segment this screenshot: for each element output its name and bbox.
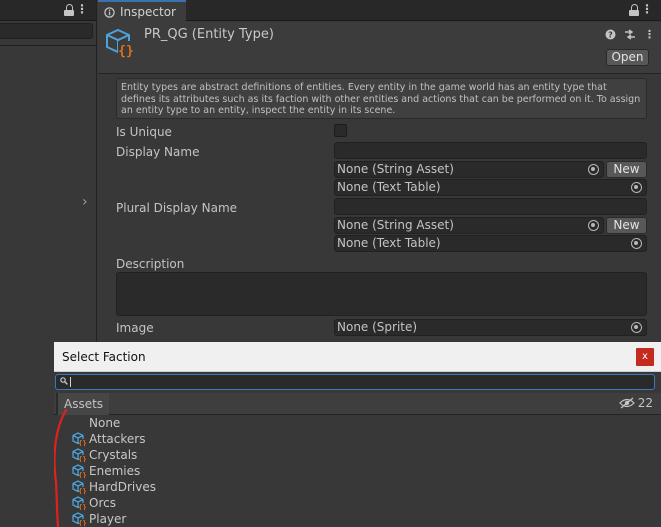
display-name-table-value: None (Text Table) [337, 180, 441, 194]
svg-text:{}: {} [118, 44, 134, 58]
is-unique-checkbox[interactable] [334, 124, 347, 137]
assets-toolbar: Assets 22 [54, 393, 661, 415]
more-options-icon[interactable]: ⋮ [76, 3, 88, 15]
object-picker-icon[interactable] [588, 164, 599, 175]
plural-table-field[interactable]: None (Text Table) [334, 235, 647, 252]
display-name-label: Display Name [116, 145, 200, 159]
list-item-label: Crystals [89, 448, 138, 462]
list-item[interactable]: {} Orcs [54, 495, 661, 511]
object-picker-icon[interactable] [631, 182, 642, 193]
image-value: None (Sprite) [337, 320, 418, 334]
presets-icon[interactable] [624, 29, 636, 40]
help-box: Entity types are abstract definitions of… [116, 78, 647, 119]
tab-inspector-label: Inspector [120, 5, 176, 19]
object-title: PR_QG (Entity Type) [144, 27, 274, 42]
select-faction-dialog: Select Faction x Assets 22 None {} Attac… [54, 342, 661, 527]
list-item-label: Orcs [89, 496, 116, 510]
object-picker-icon[interactable] [631, 322, 642, 333]
close-button[interactable]: x [636, 348, 654, 366]
hidden-count: 22 [637, 396, 653, 410]
info-icon [104, 6, 115, 18]
entity-type-asset-icon: {} [106, 28, 134, 58]
image-label: Image [116, 321, 154, 335]
help-icon[interactable]: ? [605, 29, 616, 40]
hierarchy-tabbar: ⋮ [0, 0, 96, 21]
plural-table-value: None (Text Table) [337, 236, 441, 250]
plural-display-name-input[interactable] [334, 198, 647, 215]
list-item[interactable]: None [54, 415, 661, 431]
list-item[interactable]: {} HardDrives [54, 479, 661, 495]
display-name-table-field[interactable]: None (Text Table) [334, 179, 647, 196]
inspector-tabbar: Inspector ⋮ [98, 0, 661, 22]
object-picker-icon[interactable] [631, 238, 642, 249]
display-name-input[interactable] [334, 142, 647, 159]
open-button[interactable]: Open [606, 49, 649, 66]
list-item-label: HardDrives [89, 480, 156, 494]
lock-icon[interactable] [629, 4, 639, 16]
more-options-icon[interactable]: ⋮ [641, 3, 653, 15]
tab-inspector[interactable]: Inspector [98, 0, 186, 22]
plural-display-name-label: Plural Display Name [116, 201, 238, 215]
display-name-string-value: None (String Asset) [337, 162, 454, 176]
image-field[interactable]: None (Sprite) [334, 319, 647, 336]
more-options-icon[interactable]: ⋮ [644, 28, 655, 41]
plural-new-button[interactable]: New [606, 217, 647, 234]
description-textarea[interactable] [116, 272, 647, 316]
description-label: Description [116, 257, 185, 271]
display-name-new-button[interactable]: New [606, 161, 647, 178]
chevron-right-icon[interactable]: › [82, 194, 88, 210]
list-item[interactable]: {} Player [54, 511, 661, 527]
lock-icon[interactable] [64, 4, 74, 16]
hierarchy-search-input[interactable] [0, 23, 93, 39]
display-name-string-field[interactable]: None (String Asset) [334, 161, 604, 178]
list-item-label: Player [89, 512, 127, 526]
eye-slash-icon [618, 397, 635, 409]
list-item[interactable]: {} Enemies [54, 463, 661, 479]
annotation-stroke [54, 408, 68, 527]
faction-list: None {} Attackers {} Crystals {} Enemies… [54, 415, 661, 527]
object-header: {} PR_QG (Entity Type) ? ⋮ Open [98, 22, 661, 74]
list-item-label: None [89, 416, 121, 430]
hidden-count-toggle[interactable]: 22 [618, 396, 653, 410]
svg-text:?: ? [608, 31, 613, 40]
list-item[interactable]: {} Attackers [54, 431, 661, 447]
list-item-label: Attackers [89, 432, 146, 446]
object-picker-icon[interactable] [588, 220, 599, 231]
is-unique-label: Is Unique [116, 125, 172, 139]
faction-search-input[interactable] [55, 374, 655, 390]
list-item-label: Enemies [89, 464, 141, 478]
plural-string-field[interactable]: None (String Asset) [334, 217, 604, 234]
divider [0, 45, 97, 46]
plural-string-value: None (String Asset) [337, 218, 454, 232]
dialog-titlebar[interactable]: Select Faction x [54, 342, 661, 372]
list-item[interactable]: {} Crystals [54, 447, 661, 463]
